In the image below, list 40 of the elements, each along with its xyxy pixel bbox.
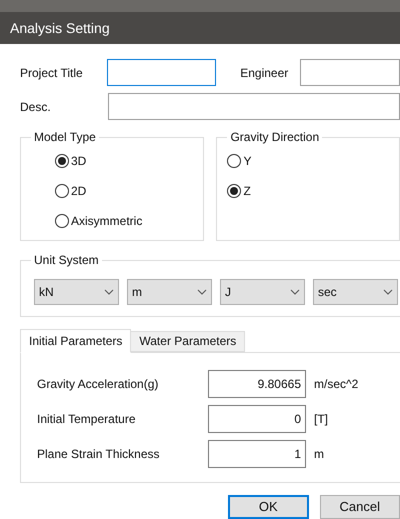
input-field[interactable] xyxy=(300,59,400,86)
radio-label: Z xyxy=(243,183,251,200)
tab[interactable]: Initial Parameters xyxy=(20,328,132,353)
parameter-label: Initial Temperature xyxy=(36,410,136,428)
unit-label: m/sec^2 xyxy=(314,376,358,393)
field-label: Project Title xyxy=(19,64,84,82)
chevron-down-icon xyxy=(104,288,114,295)
field-label: Desc. xyxy=(19,98,52,116)
input-field[interactable] xyxy=(107,59,216,86)
chevron-down-icon xyxy=(290,288,300,295)
chevron-down-icon xyxy=(197,288,207,295)
group-title: Gravity Direction xyxy=(227,129,322,146)
tab[interactable]: Water Parameters xyxy=(131,330,246,352)
window-title: Analysis Setting xyxy=(10,18,110,38)
dialog-button[interactable]: Cancel xyxy=(320,495,400,519)
chevron-down-icon xyxy=(383,288,393,295)
group-title: Model Type xyxy=(31,129,99,146)
radio-button[interactable] xyxy=(55,214,69,228)
unit-dropdown[interactable]: sec xyxy=(313,278,398,305)
radio-button[interactable] xyxy=(55,154,69,168)
parameter-label: Gravity Acceleration(g) xyxy=(36,376,160,393)
radio-label: 3D xyxy=(71,153,86,170)
radio-label: 2D xyxy=(71,183,86,200)
unit-dropdown[interactable]: kN xyxy=(34,278,119,305)
dialog-button[interactable]: OK xyxy=(228,495,309,519)
parameter-label: Plane Strain Thickness xyxy=(36,446,161,463)
input-field[interactable]: 1 xyxy=(208,440,306,468)
input-field[interactable]: 0 xyxy=(208,404,306,433)
unit-dropdown[interactable]: m xyxy=(127,278,212,305)
field-label: Engineer xyxy=(240,64,290,82)
unit-label: m xyxy=(314,446,324,463)
radio-button[interactable] xyxy=(55,184,69,198)
unit-label: [T] xyxy=(314,410,328,428)
input-field[interactable] xyxy=(108,93,400,120)
input-field[interactable]: 9.80665 xyxy=(208,370,306,398)
radio-label: Y xyxy=(243,153,252,170)
unit-dropdown[interactable]: J xyxy=(220,278,305,305)
radio-label: Axisymmetric xyxy=(71,213,142,230)
radio-button[interactable] xyxy=(227,184,242,198)
radio-button[interactable] xyxy=(227,154,242,168)
